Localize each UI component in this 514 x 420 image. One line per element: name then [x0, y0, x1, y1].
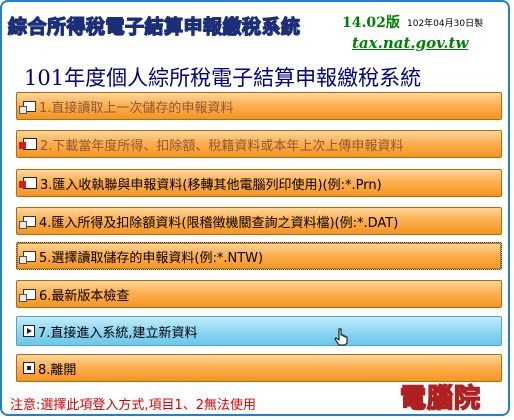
menu-item-import-prn[interactable]: 3.匯入收執聯與申報資料(移轉其他電腦列印使用)(例:*.Prn) — [16, 169, 502, 197]
page-title: 101年度個人綜所稅電子結算申報繳稅系統 — [24, 66, 422, 90]
watermark-logo: 電腦院 — [399, 383, 482, 415]
folder-doc-icon — [19, 100, 36, 114]
menu-item-label: 8.離開 — [38, 362, 77, 378]
menu-item-version-check[interactable]: 6.最新版本檢查 — [16, 280, 502, 308]
menu-item-import-dat[interactable]: 4.匯入所得及扣除額資料(限稽徵機關查詢之資料檔)(例:*.DAT) — [16, 207, 502, 235]
exit-box-icon — [23, 362, 35, 374]
menu-item-download[interactable]: 2.下載當年度所得、扣除額、稅籍資料或本年上次上傳申報資料 — [16, 130, 502, 158]
import-red-icon — [19, 177, 37, 189]
menu-item-label: 6.最新版本檢查 — [39, 288, 130, 304]
main-window: 綜合所得稅電子結算申報繳稅系統 14.02版 102年04月30日製 tax.n… — [0, 0, 510, 416]
download-doc-icon — [19, 138, 37, 150]
menu-item-label: 1.直接讀取上一次儲存的申報資料 — [39, 100, 234, 116]
folder-doc-icon — [19, 215, 36, 229]
menu-item-label: 4.匯入所得及扣除額資料(限稽徵機關查詢之資料檔)(例:*.DAT) — [39, 215, 399, 231]
menu-item-read-last[interactable]: 1.直接讀取上一次儲存的申報資料 — [16, 92, 502, 120]
menu-item-label: 3.匯入收執聯與申報資料(移轉其他電腦列印使用)(例:*.Prn) — [40, 177, 382, 193]
website-link[interactable]: tax.nat.gov.tw — [352, 34, 468, 52]
hand-cursor-icon — [334, 328, 348, 346]
warning-note: 注意:選擇此項登入方式,項目1、2無法使用 — [10, 398, 257, 413]
menu-item-label: 5.選擇讀取儲存的申報資料(例:*.NTW) — [39, 250, 264, 266]
menu-item-label: 7.直接進入系統,建立新資料 — [38, 325, 198, 341]
menu-item-label: 2.下載當年度所得、扣除額、稅籍資料或本年上次上傳申報資料 — [40, 138, 404, 154]
version-label: 14.02版 — [342, 15, 400, 31]
build-date: 102年04月30日製 — [407, 19, 484, 29]
menu-item-new-data[interactable]: 7.直接進入系統,建立新資料 — [16, 316, 502, 346]
menu-item-read-ntw[interactable]: 5.選擇讀取儲存的申報資料(例:*.NTW) — [16, 242, 502, 270]
folder-doc-icon — [19, 288, 36, 302]
play-icon — [23, 325, 35, 337]
app-banner: 綜合所得稅電子結算申報繳稅系統 — [7, 15, 301, 38]
folder-doc-icon — [19, 250, 36, 264]
